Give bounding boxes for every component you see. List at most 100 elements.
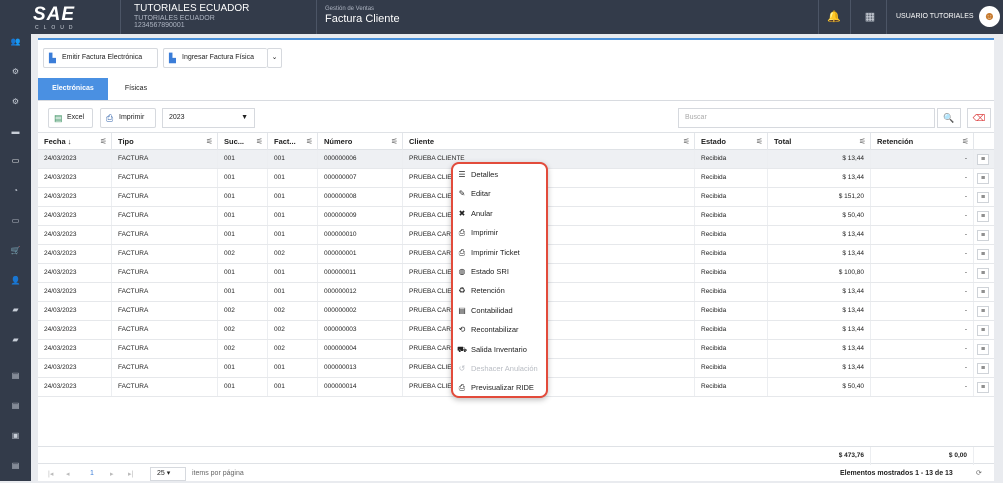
sidebar-users-icon[interactable]: 👥 — [8, 36, 23, 48]
menu-item-previsualizar-ride[interactable]: ⎙ Previsualizar RIDE — [453, 378, 546, 397]
excel-button[interactable]: ▤ Excel — [48, 108, 93, 128]
print-button[interactable]: ⎙ Imprimir — [100, 108, 156, 128]
column-header-cliente[interactable]: Cliente ⚟ — [403, 133, 695, 150]
year-select[interactable]: 2023 ▼ — [162, 108, 255, 128]
row-actions-menu-icon[interactable]: ≡ — [977, 154, 989, 165]
more-options-dropdown[interactable]: ⌄ — [267, 48, 282, 68]
first-page-icon[interactable]: |◂ — [48, 470, 53, 478]
cell-numero: 000000004 — [318, 340, 403, 358]
cell-tipo: FACTURA — [112, 226, 218, 244]
cell-suc: 001 — [218, 283, 268, 301]
sidebar-id-icon[interactable]: ▤ — [8, 460, 23, 472]
enter-physical-invoice-button[interactable]: ▙ Ingresar Factura Física — [163, 48, 267, 68]
row-actions-menu-icon[interactable]: ≡ — [977, 325, 989, 336]
column-header-factura[interactable]: Fact... ⚟ — [268, 133, 318, 150]
sidebar-shop-icon[interactable]: ▬ — [8, 126, 23, 138]
prev-page-icon[interactable]: ◂ — [66, 470, 70, 478]
menu-item-imprimir-ticket[interactable]: ⎙ Imprimir Ticket — [453, 243, 546, 262]
menu-item-recontabilizar[interactable]: ⟲ Recontabilizar — [453, 320, 546, 339]
column-header-numero[interactable]: Número ⚟ — [318, 133, 403, 150]
menu-item-editar[interactable]: ✎ Editar — [453, 184, 546, 203]
filter-icon[interactable]: ⚟ — [306, 133, 313, 150]
menu-item-contabilidad[interactable]: ▤ Contabilidad — [453, 301, 546, 320]
column-header-total[interactable]: Total ⚟ — [768, 133, 871, 150]
avatar[interactable]: ☻ — [979, 6, 1000, 27]
sidebar-book2-icon[interactable]: ▰ — [8, 334, 23, 346]
logo-subtext: CLOUD — [35, 25, 78, 31]
filter-icon[interactable]: ⚟ — [756, 133, 763, 150]
sidebar-report-icon[interactable]: ▤ — [8, 370, 23, 382]
row-actions-menu-icon[interactable]: ≡ — [977, 192, 989, 203]
cell-estado: Recibida — [695, 188, 768, 206]
row-actions-menu-icon[interactable]: ≡ — [977, 211, 989, 222]
tab-electronicas[interactable]: Electrónicas — [38, 78, 108, 100]
bell-icon[interactable]: 🔔 — [826, 9, 842, 25]
logo[interactable]: SAE CLOUD — [33, 4, 81, 32]
sidebar-gears-icon[interactable]: ⚙ — [8, 66, 23, 78]
book-icon: ▤ — [458, 305, 466, 315]
cell-estado: Recibida — [695, 169, 768, 187]
sidebar-settings-icon[interactable]: ⚙ — [8, 96, 23, 108]
filter-icon[interactable]: ⚟ — [683, 133, 690, 150]
menu-item-imprimir[interactable]: ⎙ Imprimir — [453, 223, 546, 242]
menu-item-retenci-n[interactable]: ♻ Retención — [453, 281, 546, 300]
refresh-icon[interactable]: ⟳ — [976, 469, 982, 477]
row-actions-menu-icon[interactable]: ≡ — [977, 306, 989, 317]
cell-fact: 002 — [268, 340, 318, 358]
column-header-retencion[interactable]: Retención ⚟ — [871, 133, 974, 150]
row-actions-menu-icon[interactable]: ≡ — [977, 382, 989, 393]
filter-icon[interactable]: ⚟ — [206, 133, 213, 150]
tab-fisicas[interactable]: Físicas — [108, 78, 164, 100]
apps-grid-icon[interactable]: ▦ — [862, 9, 878, 25]
cell-estado: Recibida — [695, 245, 768, 263]
menu-item-label: Contabilidad — [471, 305, 513, 315]
filter-icon[interactable]: ⚟ — [962, 133, 969, 150]
row-actions-menu-icon[interactable]: ≡ — [977, 173, 989, 184]
column-header-fecha[interactable]: Fecha ↓ ⚟ — [38, 133, 112, 150]
search-button[interactable]: 🔍 — [937, 108, 961, 128]
sidebar-invoice-icon[interactable]: ▭ — [8, 155, 23, 167]
cell-ret: - — [871, 207, 974, 225]
row-actions-menu-icon[interactable]: ≡ — [977, 344, 989, 355]
user-name[interactable]: USUARIO TUTORIALES — [896, 13, 974, 20]
filter-icon[interactable]: ⚟ — [256, 133, 263, 150]
cell-fecha: 24/03/2023 — [38, 188, 112, 206]
truck-icon: ⛟ — [457, 344, 468, 354]
row-actions-menu-icon[interactable]: ≡ — [977, 230, 989, 241]
row-actions-menu-icon[interactable]: ≡ — [977, 363, 989, 374]
row-actions-menu-icon[interactable]: ≡ — [977, 287, 989, 298]
menu-item-estado-sri[interactable]: ◍ Estado SRI — [453, 262, 546, 281]
row-actions-menu-icon[interactable]: ≡ — [977, 268, 989, 279]
current-page[interactable]: 1 — [90, 470, 94, 477]
cell-total: $ 13,44 — [768, 302, 871, 320]
cell-fecha: 24/03/2023 — [38, 169, 112, 187]
clear-filter-button[interactable]: ⌫ — [967, 108, 991, 128]
header-label: Fecha ↓ — [44, 137, 72, 146]
column-header-estado[interactable]: Estado ⚟ — [695, 133, 768, 150]
row-actions-menu-icon[interactable]: ≡ — [977, 249, 989, 260]
sidebar-user-icon[interactable]: 👤 — [8, 275, 23, 287]
column-header-tipo[interactable]: Tipo ⚟ — [112, 133, 218, 150]
menu-item-detalles[interactable]: ☰ Detalles — [453, 165, 546, 184]
sidebar-briefcase-icon[interactable]: ▣ — [8, 430, 23, 442]
printer-icon: ⎙ — [458, 247, 466, 257]
filter-icon[interactable]: ⚟ — [859, 133, 866, 150]
top-bar: SAE CLOUD TUTORIALES ECUADOR TUTORIALES … — [0, 0, 1003, 34]
emit-electronic-invoice-button[interactable]: ▙ Emitir Factura Electrónica — [43, 48, 158, 68]
last-page-icon[interactable]: ▸| — [128, 470, 133, 478]
search-input[interactable]: Buscar — [678, 108, 935, 128]
sidebar-card-icon[interactable]: ▭ — [8, 215, 23, 227]
sidebar-cart-icon[interactable]: 🛒 — [8, 245, 23, 257]
sidebar-list-icon[interactable]: ▤ — [8, 400, 23, 412]
menu-item-anular[interactable]: ✖ Anular — [453, 204, 546, 223]
column-header-sucursal[interactable]: Suc... ⚟ — [218, 133, 268, 150]
sidebar-book-icon[interactable]: ▰ — [8, 304, 23, 316]
company-info[interactable]: TUTORIALES ECUADOR TUTORIALES ECUADOR 12… — [134, 3, 249, 29]
menu-item-salida-inventario[interactable]: ⛟ Salida Inventario — [453, 340, 546, 359]
page-size-select[interactable]: 25 ▾ — [150, 467, 186, 481]
sidebar-chart-icon[interactable]: ◔ — [8, 185, 23, 197]
filter-icon[interactable]: ⚟ — [391, 133, 398, 150]
next-page-icon[interactable]: ▸ — [110, 470, 114, 478]
cell-tipo: FACTURA — [112, 283, 218, 301]
filter-icon[interactable]: ⚟ — [100, 133, 107, 150]
